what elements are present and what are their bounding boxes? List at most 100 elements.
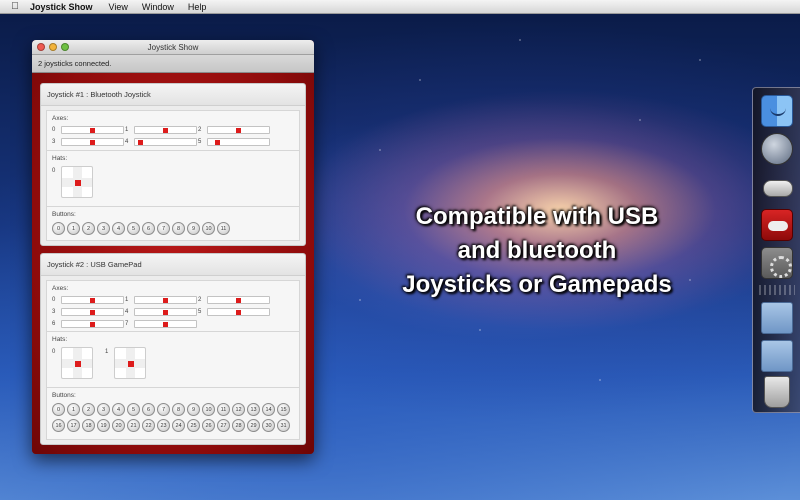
axis-meter xyxy=(134,295,197,304)
joystick-button: 3 xyxy=(97,222,110,235)
axis-indicator xyxy=(90,127,95,133)
joystick-button: 30 xyxy=(262,419,275,432)
joystick-button: 6 xyxy=(142,403,155,416)
axis-indicator xyxy=(215,139,221,145)
gamepad-icon[interactable] xyxy=(761,171,793,203)
axis-number: 3 xyxy=(52,308,56,315)
buttons-list: 0 1 2 3 4 5 6 7 8 9 10 11 xyxy=(52,222,297,235)
joystick-button: 19 xyxy=(97,419,110,432)
hat-pad xyxy=(61,347,93,379)
joystick-panel-2: Joystick #2 : USB GamePad Axes: 01234567… xyxy=(40,253,306,445)
axis-number: 2 xyxy=(198,296,202,303)
axis-meter xyxy=(134,125,197,134)
window-controls xyxy=(37,43,69,51)
menu-app-name[interactable]: Joystick Show xyxy=(30,2,93,12)
axis-meter xyxy=(61,125,124,134)
joystick-button: 21 xyxy=(127,419,140,432)
joystick-button: 11 xyxy=(217,222,230,235)
hat-0: 0 xyxy=(52,347,93,379)
menu-view[interactable]: View xyxy=(109,2,128,12)
axis-indicator xyxy=(90,309,95,315)
axes-section: Axes: 0 1 2 3 4 5 6 7 xyxy=(46,280,300,332)
joystick-show-icon[interactable] xyxy=(761,209,793,241)
hat-indicator xyxy=(75,180,81,186)
axis-meter xyxy=(134,137,197,146)
joystick-title: Joystick #2 : USB GamePad xyxy=(41,254,305,276)
axis-4: 4 xyxy=(125,307,198,316)
axis-1: 1 xyxy=(125,125,198,134)
close-button[interactable] xyxy=(37,43,45,51)
axes-label: Axes: xyxy=(52,285,69,292)
joystick-button: 31 xyxy=(277,419,290,432)
hats-label: Hats: xyxy=(52,155,68,162)
joystick-button: 26 xyxy=(202,419,215,432)
joystick-button: 18 xyxy=(82,419,95,432)
axis-indicator xyxy=(163,127,168,133)
joystick-button: 22 xyxy=(142,419,155,432)
axis-number: 5 xyxy=(198,308,202,315)
axis-5: 5 xyxy=(198,137,271,146)
axis-3: 3 xyxy=(52,307,125,316)
hat-number: 0 xyxy=(52,168,56,174)
axis-indicator xyxy=(163,321,168,327)
joystick-button: 3 xyxy=(97,403,110,416)
apple-icon[interactable]:  xyxy=(0,1,30,12)
status-text: 2 joysticks connected. xyxy=(32,55,314,73)
joystick-panel-1: Joystick #1 : Bluetooth Joystick Axes: 0… xyxy=(40,83,306,246)
menu-bar:  Joystick Show View Window Help xyxy=(0,0,800,14)
axis-meter xyxy=(61,319,124,328)
axis-meter xyxy=(207,295,270,304)
hat-0: 0 xyxy=(52,166,93,198)
axis-0: 0 xyxy=(52,295,125,304)
documents-folder-icon[interactable] xyxy=(761,302,793,334)
hats-label: Hats: xyxy=(52,336,68,343)
axis-number: 0 xyxy=(52,296,56,303)
window-titlebar[interactable]: Joystick Show xyxy=(32,40,314,55)
launchpad-icon[interactable] xyxy=(761,133,793,165)
axis-indicator xyxy=(236,127,241,133)
joystick-button: 7 xyxy=(157,403,170,416)
axis-meter xyxy=(207,125,270,134)
joystick-button: 2 xyxy=(82,222,95,235)
axis-indicator xyxy=(90,321,95,327)
menu-help[interactable]: Help xyxy=(188,2,207,12)
axes-grid: 0 1 2 3 4 5 6 7 xyxy=(52,295,271,328)
joystick-button: 5 xyxy=(127,222,140,235)
axis-meter xyxy=(207,137,270,146)
axis-number: 5 xyxy=(198,138,202,145)
axis-indicator xyxy=(236,297,241,303)
joystick-button: 9 xyxy=(187,222,200,235)
joystick-button: 14 xyxy=(262,403,275,416)
joystick-title: Joystick #1 : Bluetooth Joystick xyxy=(41,84,305,106)
zoom-button[interactable] xyxy=(61,43,69,51)
dock-separator xyxy=(759,285,795,295)
axis-7: 7 xyxy=(125,319,198,328)
joystick-button: 10 xyxy=(202,403,215,416)
system-preferences-icon[interactable] xyxy=(761,247,793,279)
axis-indicator xyxy=(90,297,95,303)
joystick-button: 28 xyxy=(232,419,245,432)
promo-line-2: and bluetooth xyxy=(457,237,617,264)
app-window: Joystick Show 2 joysticks connected. Joy… xyxy=(32,40,314,454)
axis-meter xyxy=(134,307,197,316)
axis-number: 7 xyxy=(125,320,129,327)
joystick-button: 24 xyxy=(172,419,185,432)
joystick-button: 1 xyxy=(67,403,80,416)
buttons-list: 0 1 2 3 4 5 6 7 8 9 10 11 12 13 14 15 16 17 18 19 20 21 22 23 24… xyxy=(52,403,297,432)
hats-row: 01 xyxy=(52,347,146,379)
axis-meter xyxy=(61,307,124,316)
buttons-label: Buttons: xyxy=(52,211,76,218)
axis-number: 1 xyxy=(125,296,129,303)
joystick-button: 27 xyxy=(217,419,230,432)
menu-window[interactable]: Window xyxy=(142,2,174,12)
finder-icon[interactable] xyxy=(761,95,793,127)
axis-number: 0 xyxy=(52,126,56,133)
trash-icon[interactable] xyxy=(764,376,790,408)
minimize-button[interactable] xyxy=(49,43,57,51)
joystick-button: 2 xyxy=(82,403,95,416)
dock xyxy=(752,87,800,413)
joystick-button: 25 xyxy=(187,419,200,432)
axis-2: 2 xyxy=(198,125,271,134)
applications-folder-icon[interactable] xyxy=(761,340,793,372)
hat-1: 1 xyxy=(105,347,146,379)
